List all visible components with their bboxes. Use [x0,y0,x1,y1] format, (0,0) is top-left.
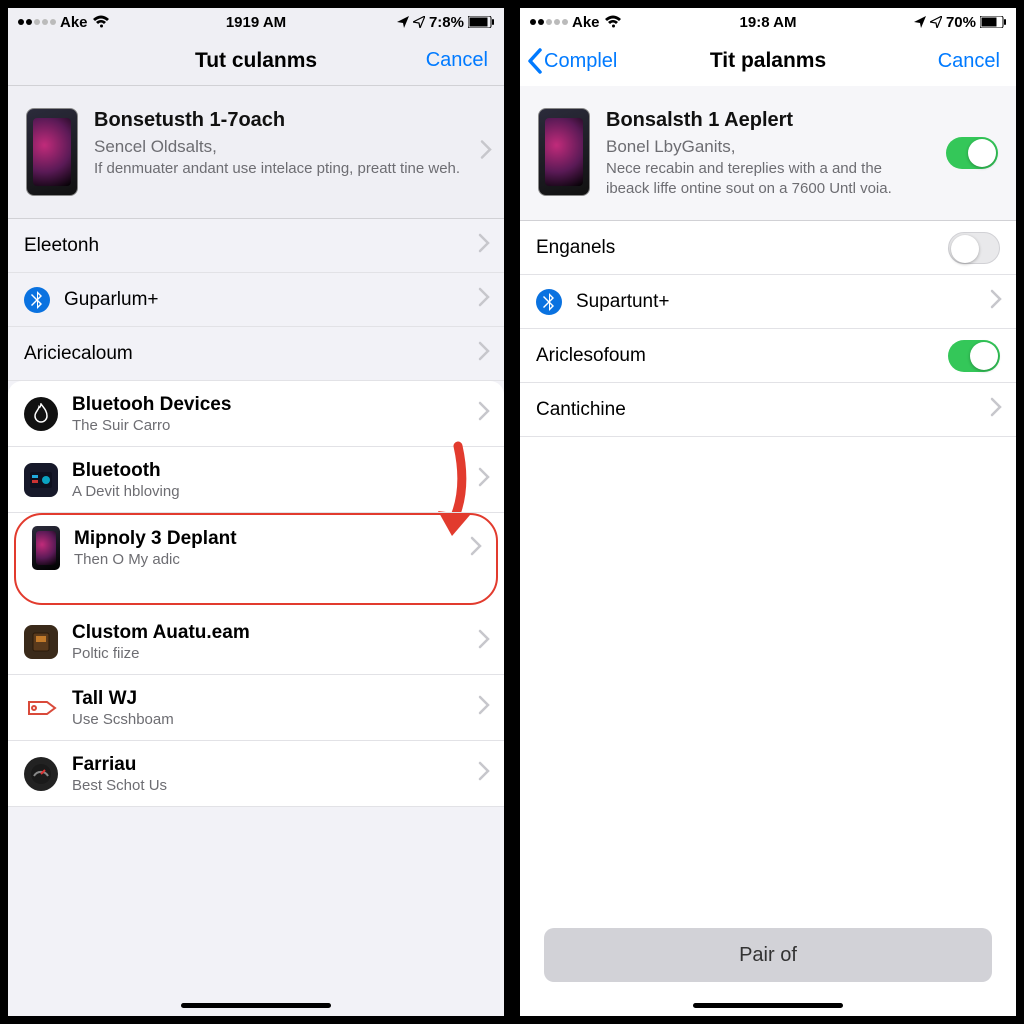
row-subtitle: A Devit hbloving [72,483,180,500]
screen-left: Ake 1919 AM 7:8% Tut culanms Cancel Bons… [0,0,512,1024]
send-icon [413,16,425,28]
header-description: If denmuater andant use intelace pting, … [94,159,460,179]
cancel-button[interactable]: Cancel [426,49,488,72]
chevron-right-icon [478,467,490,492]
header-subtitle: Sencel Oldsalts, [94,136,460,157]
chevron-right-icon [478,233,490,258]
row-eleetonh[interactable]: Eleetonh [8,219,504,273]
signal-dots-icon [530,19,568,25]
cancel-button[interactable]: Cancel [938,50,1000,73]
toggle-off[interactable] [948,232,1000,264]
back-button[interactable]: Complel [526,47,617,75]
status-bar: Ake 1919 AM 7:8% [8,8,504,36]
row-farriau[interactable]: Farriau Best Schot Us [8,741,504,807]
home-indicator[interactable] [693,1003,843,1008]
header-card: Bonsalsth 1 Aeplert Bonel LbyGanits, Nec… [520,86,1016,221]
signal-dots-icon [18,19,56,25]
phone-icon [32,526,60,570]
chevron-right-icon [478,629,490,654]
header-subtitle: Bonel LbyGanits, [606,136,916,157]
chevron-right-icon [990,397,1002,422]
battery-label: 70% [946,14,976,31]
row-label: Enganels [536,237,615,259]
row-subtitle: Poltic fiize [72,645,250,662]
location-icon [914,16,926,28]
row-label: Cantichine [536,399,626,421]
row-enganels[interactable]: Enganels [520,221,1016,275]
row-bluetooth-devices[interactable]: Bluetooh Devices The Suir Carro [8,381,504,447]
row-label: Guparlum+ [64,289,159,311]
header-title: Bonsetusth 1-7oach [94,108,460,132]
chevron-right-icon [470,536,482,561]
row-subtitle: The Suir Carro [72,417,231,434]
chip-icon [24,463,58,497]
row-title: Bluetooh Devices [72,394,231,416]
chevron-right-icon [478,341,490,366]
row-clustom-auatueam[interactable]: Clustom Auatu.eam Poltic fiize [8,609,504,675]
header-card[interactable]: Bonsetusth 1-7oach Sencel Oldsalts, If d… [8,86,504,219]
battery-icon [980,16,1006,28]
row-tall-wj[interactable]: Tall WJ Use Scshboam [8,675,504,741]
row-label: Ariclesofoum [536,345,646,367]
row-title: Clustom Auatu.eam [72,622,250,644]
bluetooth-icon [24,287,50,313]
gauge-icon [24,757,58,791]
device-thumbnail-icon [26,108,78,196]
row-supartunt[interactable]: Supartunt+ [520,275,1016,329]
chevron-right-icon [990,289,1002,314]
row-cantichine[interactable]: Cantichine [520,383,1016,437]
row-subtitle: Use Scshboam [72,711,174,728]
location-icon [397,16,409,28]
chevron-right-icon [478,287,490,312]
pair-button-label: Pair of [739,944,797,967]
row-subtitle: Best Schot Us [72,777,167,794]
chevron-right-icon [478,761,490,786]
battery-icon [468,16,494,28]
row-label: Supartunt+ [576,291,670,313]
header-description: Nece recabin and tereplies with a and th… [606,159,916,198]
row-ariclesofoum[interactable]: Ariclesofoum [520,329,1016,383]
header-title: Bonsalsth 1 Aeplert [606,108,916,132]
row-label: Ariciecaloum [24,343,133,365]
row-label: Eleetonh [24,235,99,257]
nav-title: Tit palanms [710,49,826,73]
chevron-right-icon [478,695,490,720]
tag-icon [24,691,58,725]
nav-bar: Tut culanms Cancel [8,36,504,86]
header-toggle[interactable] [946,137,998,169]
row-mipnoly-deplant[interactable]: Mipnoly 3 Deplant Then O My adic [16,515,496,581]
nav-bar: Complel Tit palanms Cancel [520,36,1016,86]
wifi-icon [604,15,622,29]
clock: 1919 AM [226,14,286,31]
device-thumbnail-icon [538,108,590,196]
flame-icon [24,397,58,431]
clock: 19:8 AM [740,14,797,31]
screen-right: Ake 19:8 AM 70% Complel Tit palanms Canc… [512,0,1024,1024]
carrier-label: Ake [572,14,600,31]
battery-label: 7:8% [429,14,464,31]
row-title: Farriau [72,754,167,776]
nav-title: Tut culanms [195,49,317,73]
row-ariciecaloum[interactable]: Ariciecaloum [8,327,504,381]
send-icon [930,16,942,28]
toggle-on[interactable] [948,340,1000,372]
row-title: Mipnoly 3 Deplant [74,528,237,550]
back-label: Complel [544,50,617,73]
home-indicator[interactable] [181,1003,331,1008]
status-bar: Ake 19:8 AM 70% [520,8,1016,36]
bluetooth-icon [536,289,562,315]
box-icon [24,625,58,659]
row-subtitle: Then O My adic [74,551,237,568]
highlighted-row-callout: Mipnoly 3 Deplant Then O My adic [14,513,498,605]
carrier-label: Ake [60,14,88,31]
chevron-right-icon [480,140,492,165]
row-guparlum[interactable]: Guparlum+ [8,273,504,327]
row-title: Tall WJ [72,688,174,710]
pair-button[interactable]: Pair of [544,928,992,982]
chevron-right-icon [478,401,490,426]
row-title: Bluetooth [72,460,180,482]
row-bluetooth[interactable]: Bluetooth A Devit hbloving [8,447,504,513]
wifi-icon [92,15,110,29]
